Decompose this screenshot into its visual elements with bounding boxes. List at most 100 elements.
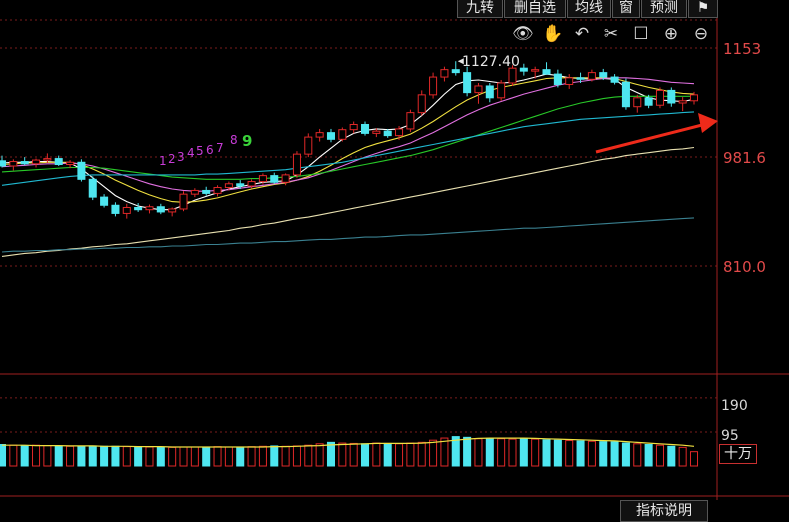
candle-body[interactable] [383,130,392,137]
volume-bar[interactable] [145,446,154,467]
candle[interactable] [417,90,426,116]
volume-bar[interactable] [202,446,211,467]
candle[interactable] [621,78,630,110]
candle-body[interactable] [179,193,188,210]
candle-body[interactable] [497,82,506,99]
candle[interactable] [156,203,165,215]
volume-bar[interactable] [372,442,381,467]
candle-body[interactable] [77,161,86,180]
candle[interactable] [633,94,642,113]
candle-body[interactable] [655,89,664,106]
candle-body[interactable] [485,85,494,99]
volume-bar[interactable] [9,444,18,467]
kline-chart[interactable] [0,0,789,522]
candle[interactable] [565,74,574,89]
volume-bar[interactable] [338,442,347,467]
candle-body[interactable] [542,69,551,75]
volume-bar[interactable] [474,438,483,467]
candle[interactable] [100,194,109,208]
candle-body[interactable] [20,161,29,165]
candle-body[interactable] [156,206,165,213]
candle[interactable] [179,191,188,212]
volume-bar[interactable] [54,445,63,467]
candle-body[interactable] [360,123,370,134]
volume-bar[interactable] [542,439,551,467]
volume-bar[interactable] [270,445,279,467]
candle-body[interactable] [88,178,97,198]
volume-bar[interactable] [485,437,494,467]
candle-body[interactable] [202,189,211,194]
tab-forecast[interactable]: 预测 [641,0,687,18]
candle-body[interactable] [406,112,415,130]
candle-body[interactable] [508,67,517,84]
candle-body[interactable] [258,175,267,183]
candle[interactable] [349,121,358,134]
volume-bar[interactable] [66,445,75,467]
volume-bar[interactable] [190,446,199,467]
candle-body[interactable] [610,76,619,83]
eye-icon[interactable]: 👁 [512,24,534,44]
candle-body[interactable] [292,153,301,176]
candle-body[interactable] [304,136,313,155]
candle[interactable] [519,63,528,76]
candlestick-series[interactable] [0,61,699,219]
volume-bar[interactable] [20,445,29,467]
volume-bars[interactable] [0,436,699,467]
candle-body[interactable] [678,100,687,104]
tab-remove-watchlist[interactable]: 删自选 [504,0,566,18]
candle[interactable] [168,207,177,217]
volume-bar[interactable] [429,439,438,467]
zoom-out-icon[interactable]: ⊖ [691,24,711,44]
volume-bar[interactable] [406,442,415,467]
candle-body[interactable] [168,208,177,213]
candle-body[interactable] [134,206,143,211]
candle[interactable] [122,203,131,219]
volume-bar[interactable] [100,445,109,467]
volume-bar[interactable] [497,438,506,467]
volume-bar[interactable] [667,445,676,467]
candle-body[interactable] [395,128,404,137]
tab-nine-turn[interactable]: 九转 [457,0,503,18]
candle-body[interactable] [531,69,540,72]
volume-bar[interactable] [224,446,233,467]
candle[interactable] [667,87,676,107]
volume-bar[interactable] [633,443,642,467]
candle[interactable] [134,203,143,212]
volume-bar[interactable] [292,445,301,467]
candle-body[interactable] [553,73,562,85]
volume-bar[interactable] [88,445,97,467]
candle-body[interactable] [0,160,7,167]
candle-body[interactable] [349,123,358,131]
candle[interactable] [338,127,347,142]
volume-bar[interactable] [77,445,86,467]
candle-body[interactable] [599,72,608,78]
candle[interactable] [553,69,562,88]
candle-body[interactable] [236,183,245,187]
volume-bar[interactable] [258,445,267,467]
volume-bar[interactable] [43,445,52,467]
zoom-in-icon[interactable]: ⊕ [661,24,681,44]
candle-body[interactable] [9,161,18,167]
flag-icon[interactable]: ⚑ [688,0,718,18]
candle-body[interactable] [621,81,630,108]
volume-bar[interactable] [383,442,392,467]
volume-bar[interactable] [0,444,7,467]
candle-body[interactable] [190,189,199,195]
tab-window[interactable]: 窗 [612,0,640,18]
candle-body[interactable] [270,175,279,183]
candle[interactable] [326,128,336,143]
candle[interactable] [145,204,154,214]
volume-bar[interactable] [610,441,619,467]
candle-body[interactable] [565,77,574,85]
candle-body[interactable] [213,186,222,194]
volume-bar[interactable] [689,451,699,467]
candle-body[interactable] [451,69,460,74]
volume-bar[interactable] [213,446,222,467]
volume-bar[interactable] [349,442,358,467]
candle[interactable] [77,159,86,182]
candle[interactable] [406,109,415,132]
candle-body[interactable] [111,204,120,214]
indicator-explain-button[interactable]: 指标说明 [620,500,708,522]
candle-body[interactable] [417,94,426,114]
candle-body[interactable] [429,76,438,96]
